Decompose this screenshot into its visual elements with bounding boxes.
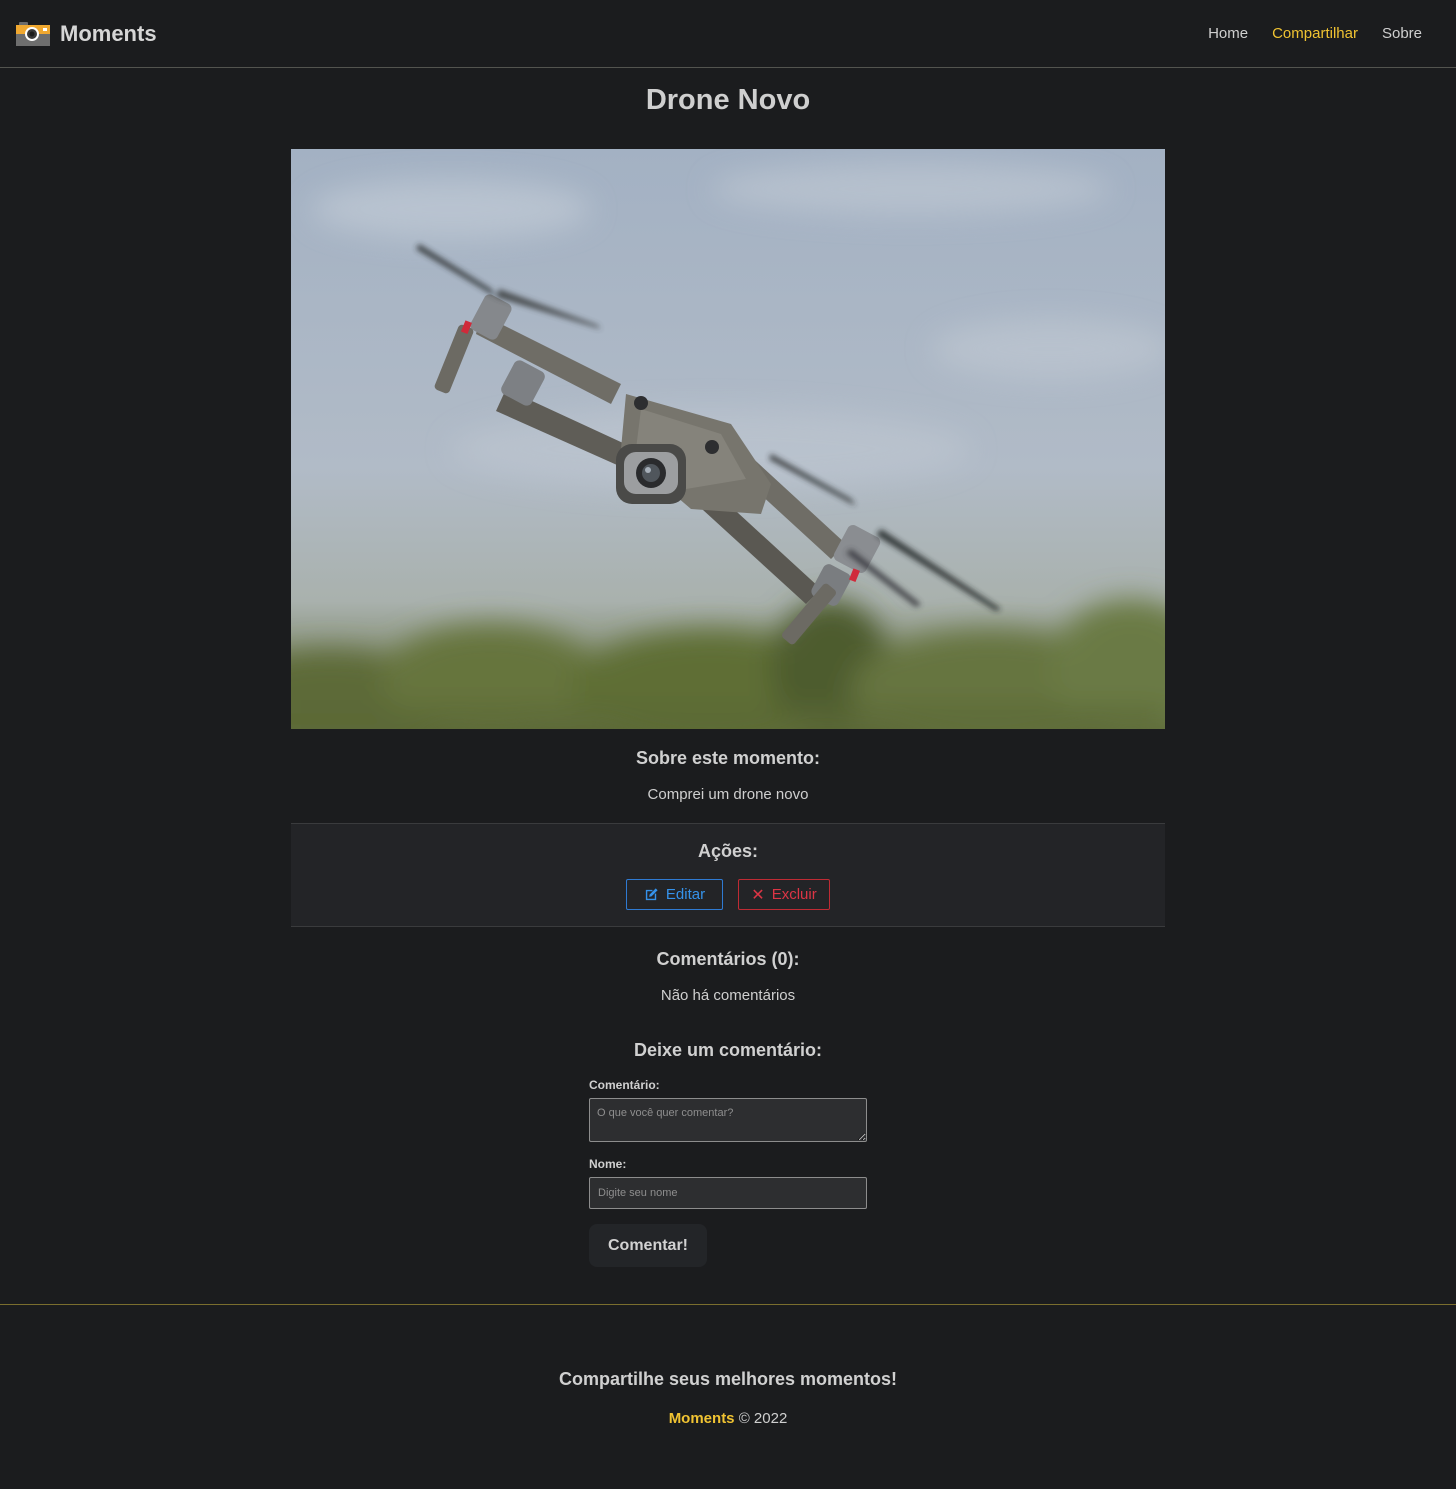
footer-brand: Moments — [668, 1410, 735, 1427]
navbar: Moments Home Compartilhar Sobre — [0, 0, 1456, 68]
about-section: Sobre este momento: Comprei um drone nov… — [291, 748, 1165, 804]
comment-label: Comentário: — [589, 1078, 660, 1092]
actions-buttons: Editar ✕ Excluir — [291, 879, 1165, 910]
comment-form: Deixe um comentário: Comentário: Nome: C… — [589, 1040, 867, 1267]
edit-button[interactable]: Editar — [626, 879, 723, 910]
nav-link-sobre[interactable]: Sobre — [1382, 25, 1422, 42]
delete-button[interactable]: ✕ Excluir — [738, 879, 830, 910]
delete-label: Excluir — [771, 886, 817, 903]
moment-image — [291, 149, 1165, 729]
comments-section: Comentários (0): Não há comentários — [291, 949, 1165, 1004]
nav-links: Home Compartilhar Sobre — [1184, 25, 1440, 42]
footer: Compartilhe seus melhores momentos! Mome… — [0, 1304, 1456, 1489]
submit-comment-button[interactable]: Comentar! — [589, 1224, 707, 1267]
camera-icon — [16, 21, 50, 46]
page-title: Drone Novo — [645, 84, 811, 116]
moment-description: Comprei um drone novo — [647, 786, 809, 803]
comment-form-title: Deixe um comentário: — [633, 1040, 823, 1060]
moment-page: Drone Novo Sobre este momento: Comprei u… — [0, 83, 1456, 1267]
nav-link-compartilhar[interactable]: Compartilhar — [1272, 25, 1358, 42]
actions-title: Ações: — [697, 841, 759, 861]
about-title: Sobre este momento: — [635, 748, 821, 768]
name-input[interactable] — [589, 1177, 867, 1209]
drone-photo — [291, 149, 1165, 729]
name-label: Nome: — [589, 1157, 627, 1171]
footer-tagline: Compartilhe seus melhores momentos! — [558, 1369, 898, 1389]
brand-link[interactable]: Moments — [16, 21, 157, 47]
nav-link-home[interactable]: Home — [1208, 25, 1248, 42]
comments-title: Comentários (0): — [656, 949, 800, 969]
comments-empty-text: Não há comentários — [660, 987, 796, 1004]
close-icon: ✕ — [751, 886, 765, 904]
footer-copyright: Moments © 2022 — [0, 1410, 1456, 1427]
actions-section: Ações: Editar ✕ Excluir — [291, 823, 1165, 927]
footer-copyright-text: © 2022 — [738, 1410, 788, 1427]
edit-icon — [645, 888, 658, 901]
comment-textarea[interactable] — [589, 1098, 867, 1142]
brand-name: Moments — [60, 20, 157, 46]
edit-label: Editar — [665, 886, 706, 903]
